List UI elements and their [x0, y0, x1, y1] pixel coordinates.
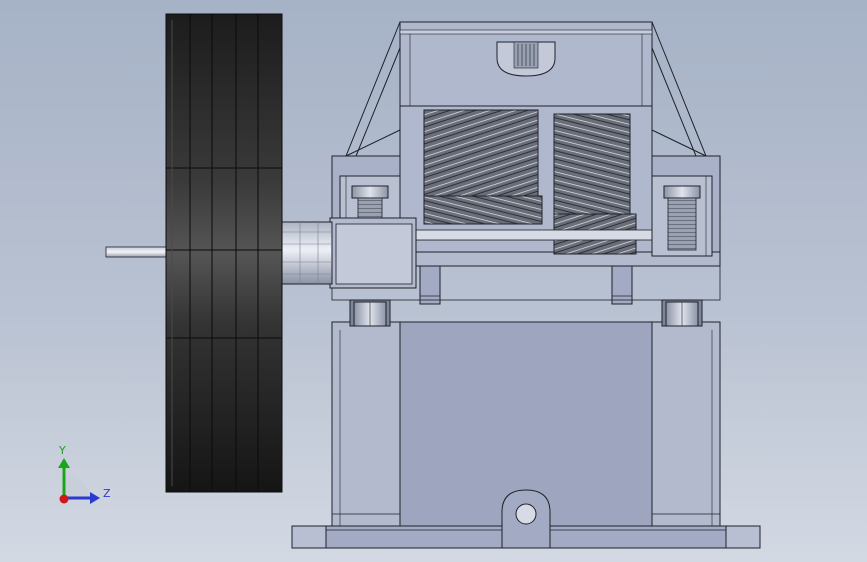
drain-boss[interactable]	[501, 489, 551, 549]
pulley-wheel[interactable]	[165, 13, 283, 493]
input-shaft[interactable]	[105, 246, 169, 258]
graphics-viewport[interactable]: Y Z	[0, 0, 867, 562]
helical-gear-left[interactable]	[423, 109, 543, 225]
right-bearing-bolt[interactable]	[651, 175, 713, 257]
gearbox-model[interactable]	[0, 0, 867, 562]
coupling-hub[interactable]	[279, 221, 333, 285]
input-bearing-cap[interactable]	[329, 217, 417, 289]
gear-shaft	[415, 229, 653, 241]
breather-cap[interactable]	[496, 41, 556, 77]
right-lower-nut[interactable]	[661, 299, 703, 327]
left-lower-nut[interactable]	[349, 299, 391, 327]
